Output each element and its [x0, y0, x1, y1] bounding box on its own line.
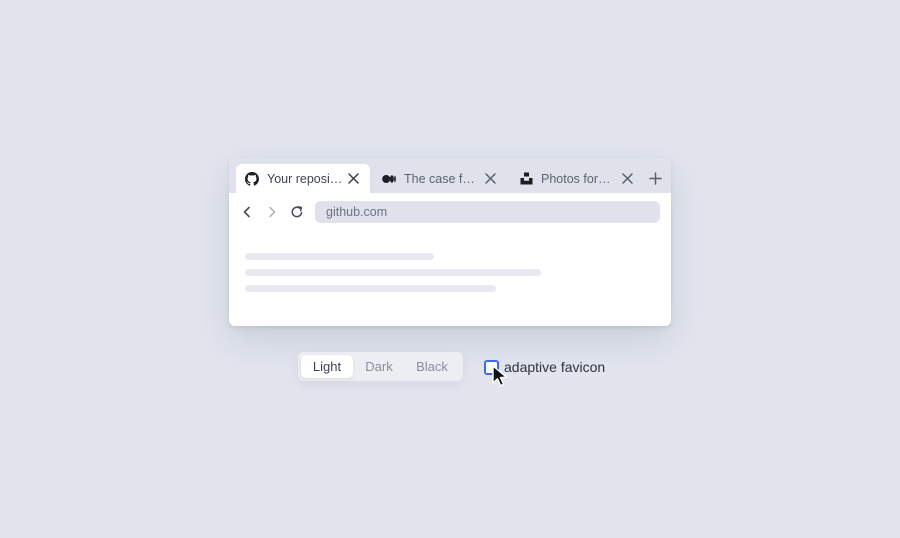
tab-medium[interactable]: The case for ... [373, 164, 507, 193]
tab-strip: Your reposito... The case for ... Photos… [229, 158, 671, 193]
theme-switcher: Light Dark Black [298, 352, 463, 381]
back-arrow-icon[interactable] [240, 205, 254, 219]
close-icon[interactable] [484, 172, 497, 185]
github-icon [245, 171, 259, 186]
medium-icon [382, 172, 396, 186]
plus-icon[interactable] [649, 172, 662, 185]
browser-toolbar: github.com [229, 193, 671, 231]
tab-unsplash[interactable]: Photos for e... [510, 164, 644, 193]
skeleton-line [245, 285, 496, 292]
close-icon[interactable] [621, 172, 634, 185]
close-icon[interactable] [347, 172, 360, 185]
tab-title: The case for ... [404, 171, 480, 186]
skeleton-line [245, 253, 434, 260]
mouse-pointer-icon [490, 364, 512, 388]
unsplash-icon [519, 172, 533, 186]
reload-icon[interactable] [290, 205, 304, 219]
browser-window: Your reposito... The case for ... Photos… [229, 158, 671, 326]
skeleton-line [245, 269, 541, 276]
theme-option-black[interactable]: Black [405, 355, 459, 378]
theme-option-light[interactable]: Light [301, 355, 353, 378]
theme-option-dark[interactable]: Dark [354, 355, 404, 378]
address-bar[interactable]: github.com [315, 201, 660, 223]
tab-github[interactable]: Your reposito... [236, 164, 370, 193]
adaptive-favicon-label: adaptive favicon [504, 359, 606, 375]
tab-title: Your reposito... [267, 171, 343, 186]
url-text: github.com [326, 205, 388, 219]
forward-arrow-icon[interactable] [265, 205, 279, 219]
tab-title: Photos for e... [541, 171, 613, 186]
